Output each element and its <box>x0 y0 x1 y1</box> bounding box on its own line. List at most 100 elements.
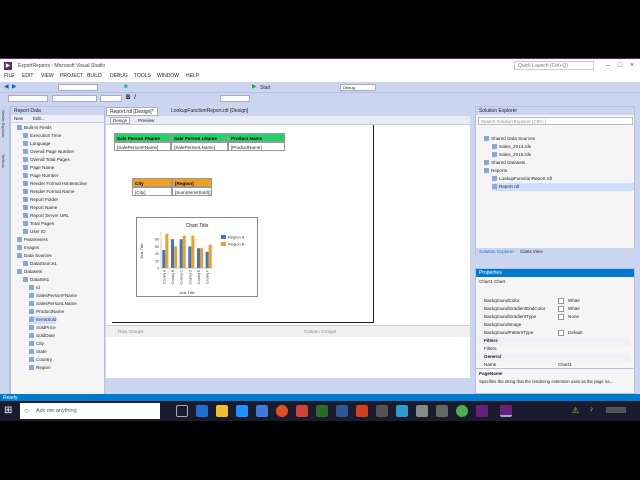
warning-icon[interactable]: ⚠ <box>572 406 579 415</box>
table1-header-lname[interactable]: Sale Person LName <box>171 133 228 142</box>
report-data-item[interactable]: Language <box>23 140 50 148</box>
report-data-item[interactable]: User ID <box>23 228 46 236</box>
maximize-icon[interactable]: □ <box>616 62 624 70</box>
property-value[interactable]: White <box>568 297 580 305</box>
property-row[interactable]: BackgroundGradientEndColor White <box>476 305 631 313</box>
solution-item[interactable]: Shared Data Sources <box>484 135 634 143</box>
windows-start-icon[interactable]: ⊞ <box>4 405 16 417</box>
menu-tools[interactable]: TOOLS <box>134 73 151 79</box>
clock-area[interactable] <box>606 407 626 413</box>
report-data-item[interactable]: Parameters <box>17 236 48 244</box>
report-data-item[interactable]: Page Name <box>23 164 54 172</box>
font-dropdown[interactable] <box>52 95 97 102</box>
report-data-item[interactable]: City <box>29 340 44 348</box>
tab-lookup-report[interactable]: LookupFunctionReport.rdl [Design] <box>168 107 251 116</box>
report-data-item[interactable]: Report Folder <box>23 196 58 204</box>
teams-icon[interactable] <box>396 405 408 417</box>
solution-item[interactable]: Report.rdl <box>492 183 634 191</box>
report-data-item[interactable]: State <box>29 348 47 356</box>
property-row[interactable]: BackgroundColor White <box>476 297 631 305</box>
quick-launch-input[interactable]: Quick Launch (Ctrl+Q) <box>514 61 594 70</box>
solution-search-input[interactable]: Search Solution Explorer (Ctrl+;) <box>478 117 633 125</box>
font-size-dropdown[interactable] <box>100 95 122 102</box>
report-data-item[interactable]: Datasets <box>17 268 42 276</box>
app2-icon[interactable] <box>436 405 448 417</box>
report-data-item[interactable]: Images <box>17 244 39 252</box>
border-dropdown[interactable] <box>220 95 250 102</box>
report-data-item[interactable]: Report Name <box>23 204 57 212</box>
close-icon[interactable]: × <box>628 62 636 70</box>
solution-item[interactable]: Reports <box>484 167 634 175</box>
report-data-item[interactable]: Execution Time <box>23 132 61 140</box>
report-data-item[interactable]: Id <box>29 284 40 292</box>
new-button[interactable]: New <box>14 116 23 121</box>
property-value[interactable]: None <box>568 313 579 321</box>
properties-object[interactable]: Chart1 Chart <box>479 279 505 284</box>
firefox-icon[interactable] <box>276 405 288 417</box>
word-icon[interactable] <box>336 405 348 417</box>
report-data-item[interactable]: Region <box>29 364 51 372</box>
report-data-item[interactable]: SoldDate <box>29 332 55 340</box>
report-data-item[interactable]: Report Server URL <box>23 212 69 220</box>
chrome-icon[interactable] <box>456 405 468 417</box>
tab-report-design[interactable]: Report.rdl [Design]* <box>106 107 158 116</box>
tab-class-view[interactable]: Class View <box>520 249 543 254</box>
store-icon[interactable] <box>236 405 248 417</box>
report-data-item[interactable]: Built-in Fields <box>17 124 52 132</box>
table2-cell-sum[interactable]: [Sum(ItemsSold)] <box>172 187 212 196</box>
task-view-icon[interactable] <box>176 405 188 417</box>
start-icon[interactable]: ▶ <box>252 84 258 90</box>
toolbox-tab[interactable]: Toolbox <box>1 154 6 168</box>
menu-build[interactable]: BUILD <box>87 73 102 79</box>
office-icon[interactable] <box>356 405 368 417</box>
menu-file[interactable]: FILE <box>4 73 15 79</box>
italic-icon[interactable]: I <box>134 95 140 101</box>
forward-icon[interactable]: ▶ <box>12 84 18 90</box>
menu-help[interactable]: HELP <box>186 73 199 79</box>
property-value[interactable]: Default <box>568 329 583 337</box>
app-icon[interactable] <box>416 405 428 417</box>
report-body[interactable]: Sale Person FName Sale Person LName Prod… <box>112 125 374 323</box>
menu-project[interactable]: PROJECT <box>60 73 83 79</box>
report-data-item[interactable]: Data Sources <box>17 252 52 260</box>
style-dropdown[interactable] <box>8 95 48 102</box>
report-data-item[interactable]: Overall Page Number <box>23 148 74 156</box>
sql-server-icon[interactable] <box>376 405 388 417</box>
solution-item[interactable]: Shared Datasets <box>484 159 634 167</box>
report-data-item[interactable]: Overall Total Pages <box>23 156 70 164</box>
chart1[interactable]: Chart Title 0 20 40 60 80 Country A Country B Co… <box>136 217 258 297</box>
property-category[interactable]: General <box>476 353 631 361</box>
back-icon[interactable]: ◀ <box>4 84 10 90</box>
report-data-item[interactable]: Render Format IsInteractive <box>23 180 87 188</box>
report-data-item[interactable]: Country <box>29 356 52 364</box>
report-data-item[interactable]: SalesPersonFName <box>29 292 77 300</box>
minimize-icon[interactable]: – <box>604 62 612 70</box>
report-data-item[interactable]: Total Pages <box>23 220 54 228</box>
menu-window[interactable]: WINDOW <box>157 73 179 79</box>
excel-icon[interactable] <box>316 405 328 417</box>
tab-preview[interactable]: Preview <box>138 118 154 123</box>
report-data-item[interactable]: Page Number <box>23 172 58 180</box>
table2-cell-city[interactable]: [City] <box>132 187 172 196</box>
property-row[interactable]: BackgroundGradientType None <box>476 313 631 321</box>
volume-icon[interactable]: ♪ <box>590 406 594 413</box>
visual-studio-icon[interactable] <box>476 405 488 417</box>
file-explorer-icon[interactable] <box>216 405 228 417</box>
bold-icon[interactable]: B <box>126 95 132 101</box>
solution-item[interactable]: LookupFunctionReport.rdl <box>492 175 634 183</box>
powerpoint-icon[interactable] <box>296 405 308 417</box>
solution-item[interactable]: Sales_2014.rds <box>492 143 634 151</box>
solution-item[interactable]: Sales_2016.rds <box>492 151 634 159</box>
property-row[interactable]: Filters <box>476 345 631 353</box>
table1-cell-lname[interactable]: [SalePersonLName] <box>171 142 228 151</box>
visual-studio-active-icon[interactable] <box>500 405 512 417</box>
property-row[interactable]: BackgroundPatternType Default <box>476 329 631 337</box>
table1-cell-fname[interactable]: [SalePersonFName] <box>114 142 171 151</box>
property-category[interactable]: Filters <box>476 337 631 345</box>
tab-solution-explorer[interactable]: Solution Explorer <box>479 249 514 254</box>
save-icon[interactable]: ■ <box>124 84 130 90</box>
table2-header-city[interactable]: City <box>132 178 172 187</box>
solution-config-dropdown[interactable]: Debug <box>340 84 376 91</box>
table2-header-region[interactable]: [Region] <box>172 178 212 187</box>
report-data-item[interactable]: DataSet1 <box>23 276 49 284</box>
